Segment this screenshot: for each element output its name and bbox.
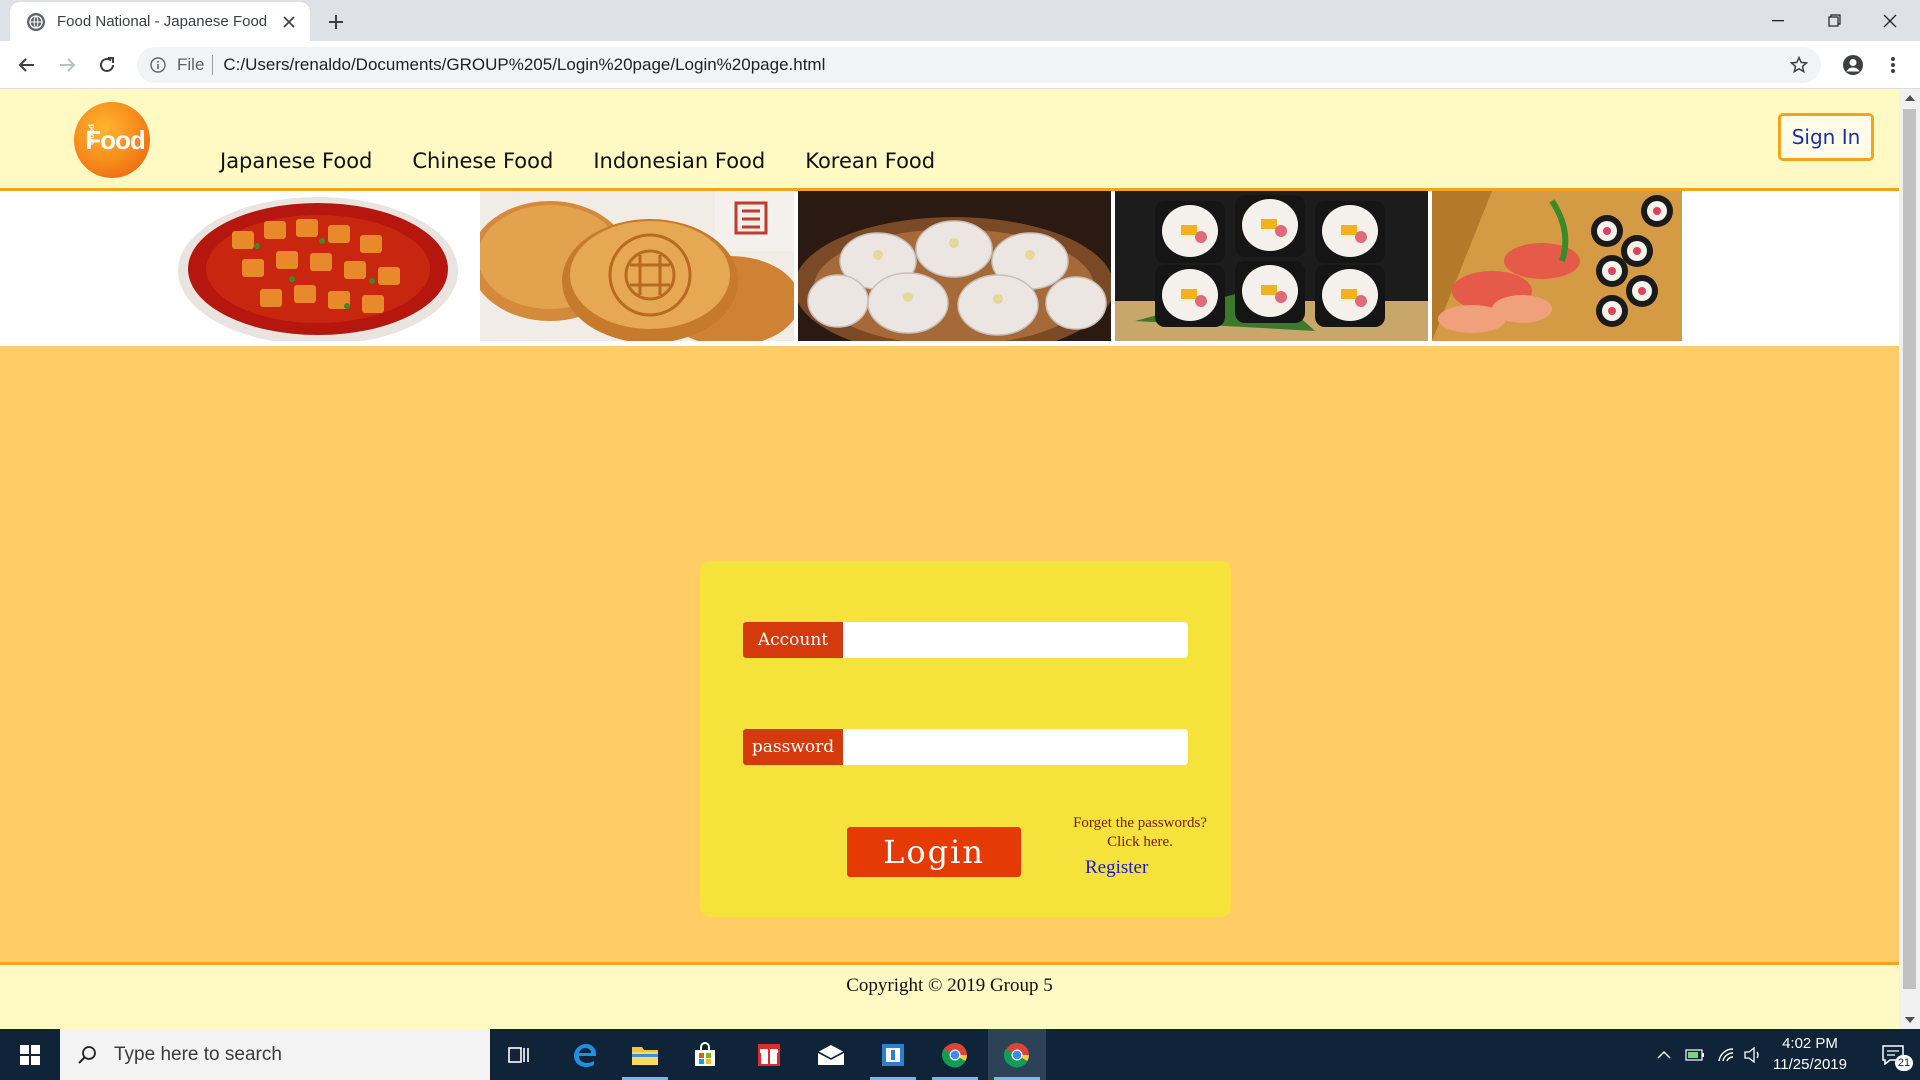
notification-center-icon[interactable]: 21: [1866, 1029, 1920, 1080]
dumplings-photo: [798, 191, 1111, 341]
windows-start-icon[interactable]: [0, 1029, 60, 1080]
remote-app-icon[interactable]: [864, 1029, 922, 1080]
forgot-password-link[interactable]: Forget the passwords? Click here.: [1060, 814, 1220, 852]
clock-date: 11/25/2019: [1773, 1056, 1847, 1073]
notification-count-badge: 21: [1895, 1055, 1913, 1071]
forward-arrow-icon[interactable]: [52, 50, 82, 80]
reload-icon[interactable]: [92, 50, 122, 80]
password-row: password: [743, 729, 1188, 765]
nav-indonesian-food[interactable]: Indonesian Food: [593, 149, 765, 173]
minimize-icon[interactable]: [1750, 0, 1806, 41]
microsoft-store-icon[interactable]: [676, 1029, 734, 1080]
nav-korean-food[interactable]: Korean Food: [805, 149, 935, 173]
password-input[interactable]: [843, 729, 1188, 765]
tab-title: Food National - Japanese Food: [57, 13, 268, 30]
account-row: Account: [743, 622, 1188, 658]
browser-toolbar: File C:/Users/renaldo/Documents/GROUP%20…: [0, 41, 1920, 89]
search-placeholder: Type here to search: [114, 1043, 282, 1065]
taskbar-search-box[interactable]: Type here to search: [60, 1029, 490, 1080]
restore-icon[interactable]: [1806, 0, 1862, 41]
bookmark-star-icon[interactable]: [1785, 51, 1813, 79]
close-tab-icon[interactable]: [278, 11, 300, 33]
login-form: Account password Login Forget the passwo…: [700, 561, 1231, 917]
address-bar[interactable]: File C:/Users/renaldo/Documents/GROUP%20…: [137, 47, 1821, 83]
chevron-up-icon[interactable]: [1652, 1029, 1676, 1080]
menu-dots-icon[interactable]: [1878, 50, 1908, 80]
gift-app-icon[interactable]: [740, 1029, 798, 1080]
mooncake-photo: [480, 191, 794, 341]
nav-japanese-food[interactable]: Japanese Food: [220, 149, 372, 173]
edge-browser-icon[interactable]: [556, 1029, 614, 1080]
password-label: password: [743, 729, 843, 765]
logo-small-text: Good: [86, 124, 96, 145]
forgot-password-text: Forget the passwords?: [1073, 815, 1207, 831]
site-header: Good Food Japanese Food Chinese Food Ind…: [0, 89, 1899, 191]
battery-icon[interactable]: [1682, 1029, 1708, 1080]
clock-time: 4:02 PM: [1782, 1035, 1838, 1052]
globe-icon: [27, 12, 45, 31]
account-label: Account: [743, 622, 843, 658]
scroll-up-arrow-icon[interactable]: [1905, 95, 1915, 101]
chrome-active-window-icon[interactable]: [988, 1029, 1046, 1080]
nav-chinese-food[interactable]: Chinese Food: [412, 149, 553, 173]
search-icon: [76, 1044, 98, 1066]
profile-avatar-icon[interactable]: [1838, 50, 1868, 80]
chrome-icon[interactable]: [926, 1029, 984, 1080]
page-viewport: Good Food Japanese Food Chinese Food Ind…: [0, 89, 1899, 1029]
copyright-text: Copyright © 2019 Group 5: [846, 975, 1053, 996]
windows-taskbar: Type here to search 4:02 PM 11/25/2019 2…: [0, 1029, 1920, 1080]
main-nav: Japanese Food Chinese Food Indonesian Fo…: [220, 149, 975, 173]
system-clock[interactable]: 4:02 PM 11/25/2019: [1760, 1033, 1860, 1075]
close-window-icon[interactable]: [1862, 0, 1918, 41]
url-text[interactable]: C:/Users/renaldo/Documents/GROUP%205/Log…: [223, 55, 1785, 75]
sashimi-platter-photo: [1432, 191, 1682, 341]
task-view-icon[interactable]: [490, 1029, 548, 1080]
mail-icon[interactable]: [802, 1029, 860, 1080]
file-explorer-icon[interactable]: [616, 1029, 674, 1080]
sign-in-button[interactable]: Sign In: [1778, 113, 1874, 161]
scrollbar-thumb[interactable]: [1903, 109, 1916, 989]
site-footer: Copyright © 2019 Group 5: [0, 962, 1899, 1029]
url-scheme-label: File: [177, 55, 205, 74]
register-link[interactable]: Register: [1085, 857, 1148, 879]
info-icon[interactable]: [149, 56, 167, 74]
food-gallery: [0, 191, 1899, 346]
scroll-down-arrow-icon[interactable]: [1905, 1017, 1915, 1023]
mapo-tofu-photo: [172, 191, 464, 341]
browser-tab[interactable]: Food National - Japanese Food: [10, 2, 310, 41]
omnibox-divider: [212, 55, 214, 75]
login-button[interactable]: Login: [847, 827, 1021, 877]
forgot-password-click-here[interactable]: Click here.: [1060, 833, 1220, 852]
browser-tabstrip: Food National - Japanese Food: [0, 0, 1920, 41]
new-tab-icon[interactable]: [322, 8, 350, 36]
site-logo[interactable]: Good Food: [74, 102, 150, 178]
wifi-icon[interactable]: [1714, 1029, 1740, 1080]
account-input[interactable]: [843, 622, 1188, 658]
sushi-rolls-photo: [1115, 191, 1428, 341]
page-scrollbar[interactable]: [1899, 89, 1920, 1029]
back-arrow-icon[interactable]: [12, 50, 42, 80]
